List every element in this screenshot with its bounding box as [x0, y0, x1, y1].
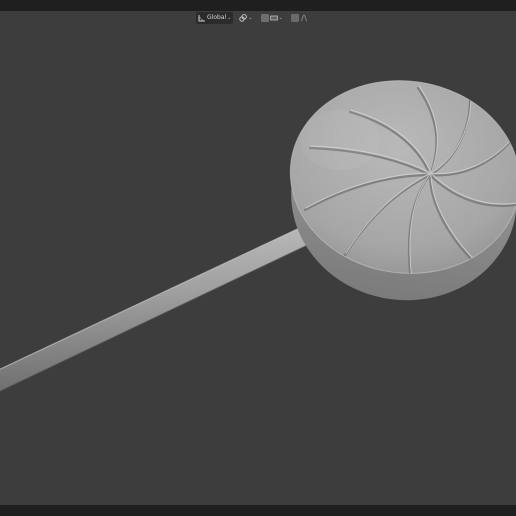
- lollipop-stick[interactable]: [0, 222, 321, 392]
- lollipop-model[interactable]: [0, 11, 516, 505]
- top-header-bar: [0, 0, 516, 11]
- bottom-status-bar: [0, 505, 516, 516]
- lollipop-candy-disc[interactable]: [278, 66, 516, 315]
